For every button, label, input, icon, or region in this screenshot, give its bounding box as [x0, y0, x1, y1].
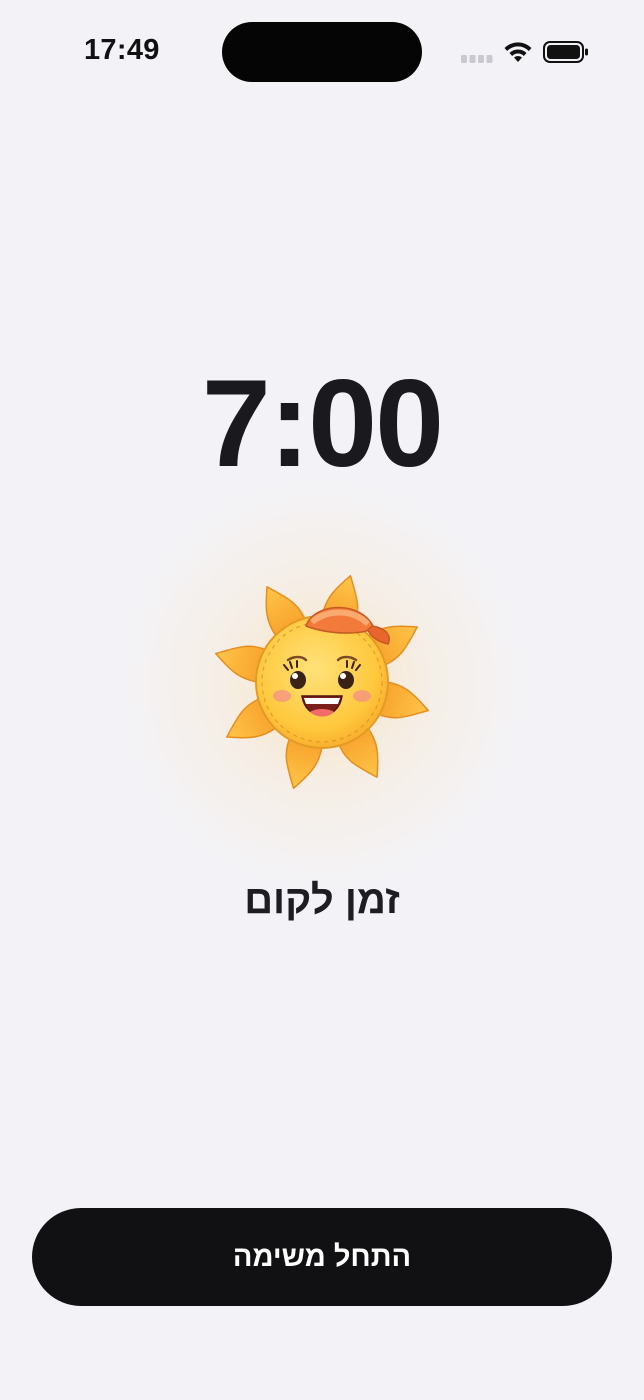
cellular-signal-icon	[461, 55, 493, 63]
alarm-time: 7:00	[201, 355, 444, 493]
dynamic-island	[222, 22, 422, 82]
status-time: 17:49	[84, 34, 160, 66]
alarm-screen: 17:49 7:00 זמן לקום התחל משימה	[0, 0, 644, 1400]
wake-up-caption: זמן לקום	[244, 878, 400, 922]
battery-icon	[543, 41, 588, 63]
wifi-icon	[504, 42, 532, 62]
smiling-sun-with-cap-icon	[214, 574, 430, 790]
start-task-button[interactable]: התחל משימה	[32, 1208, 612, 1306]
